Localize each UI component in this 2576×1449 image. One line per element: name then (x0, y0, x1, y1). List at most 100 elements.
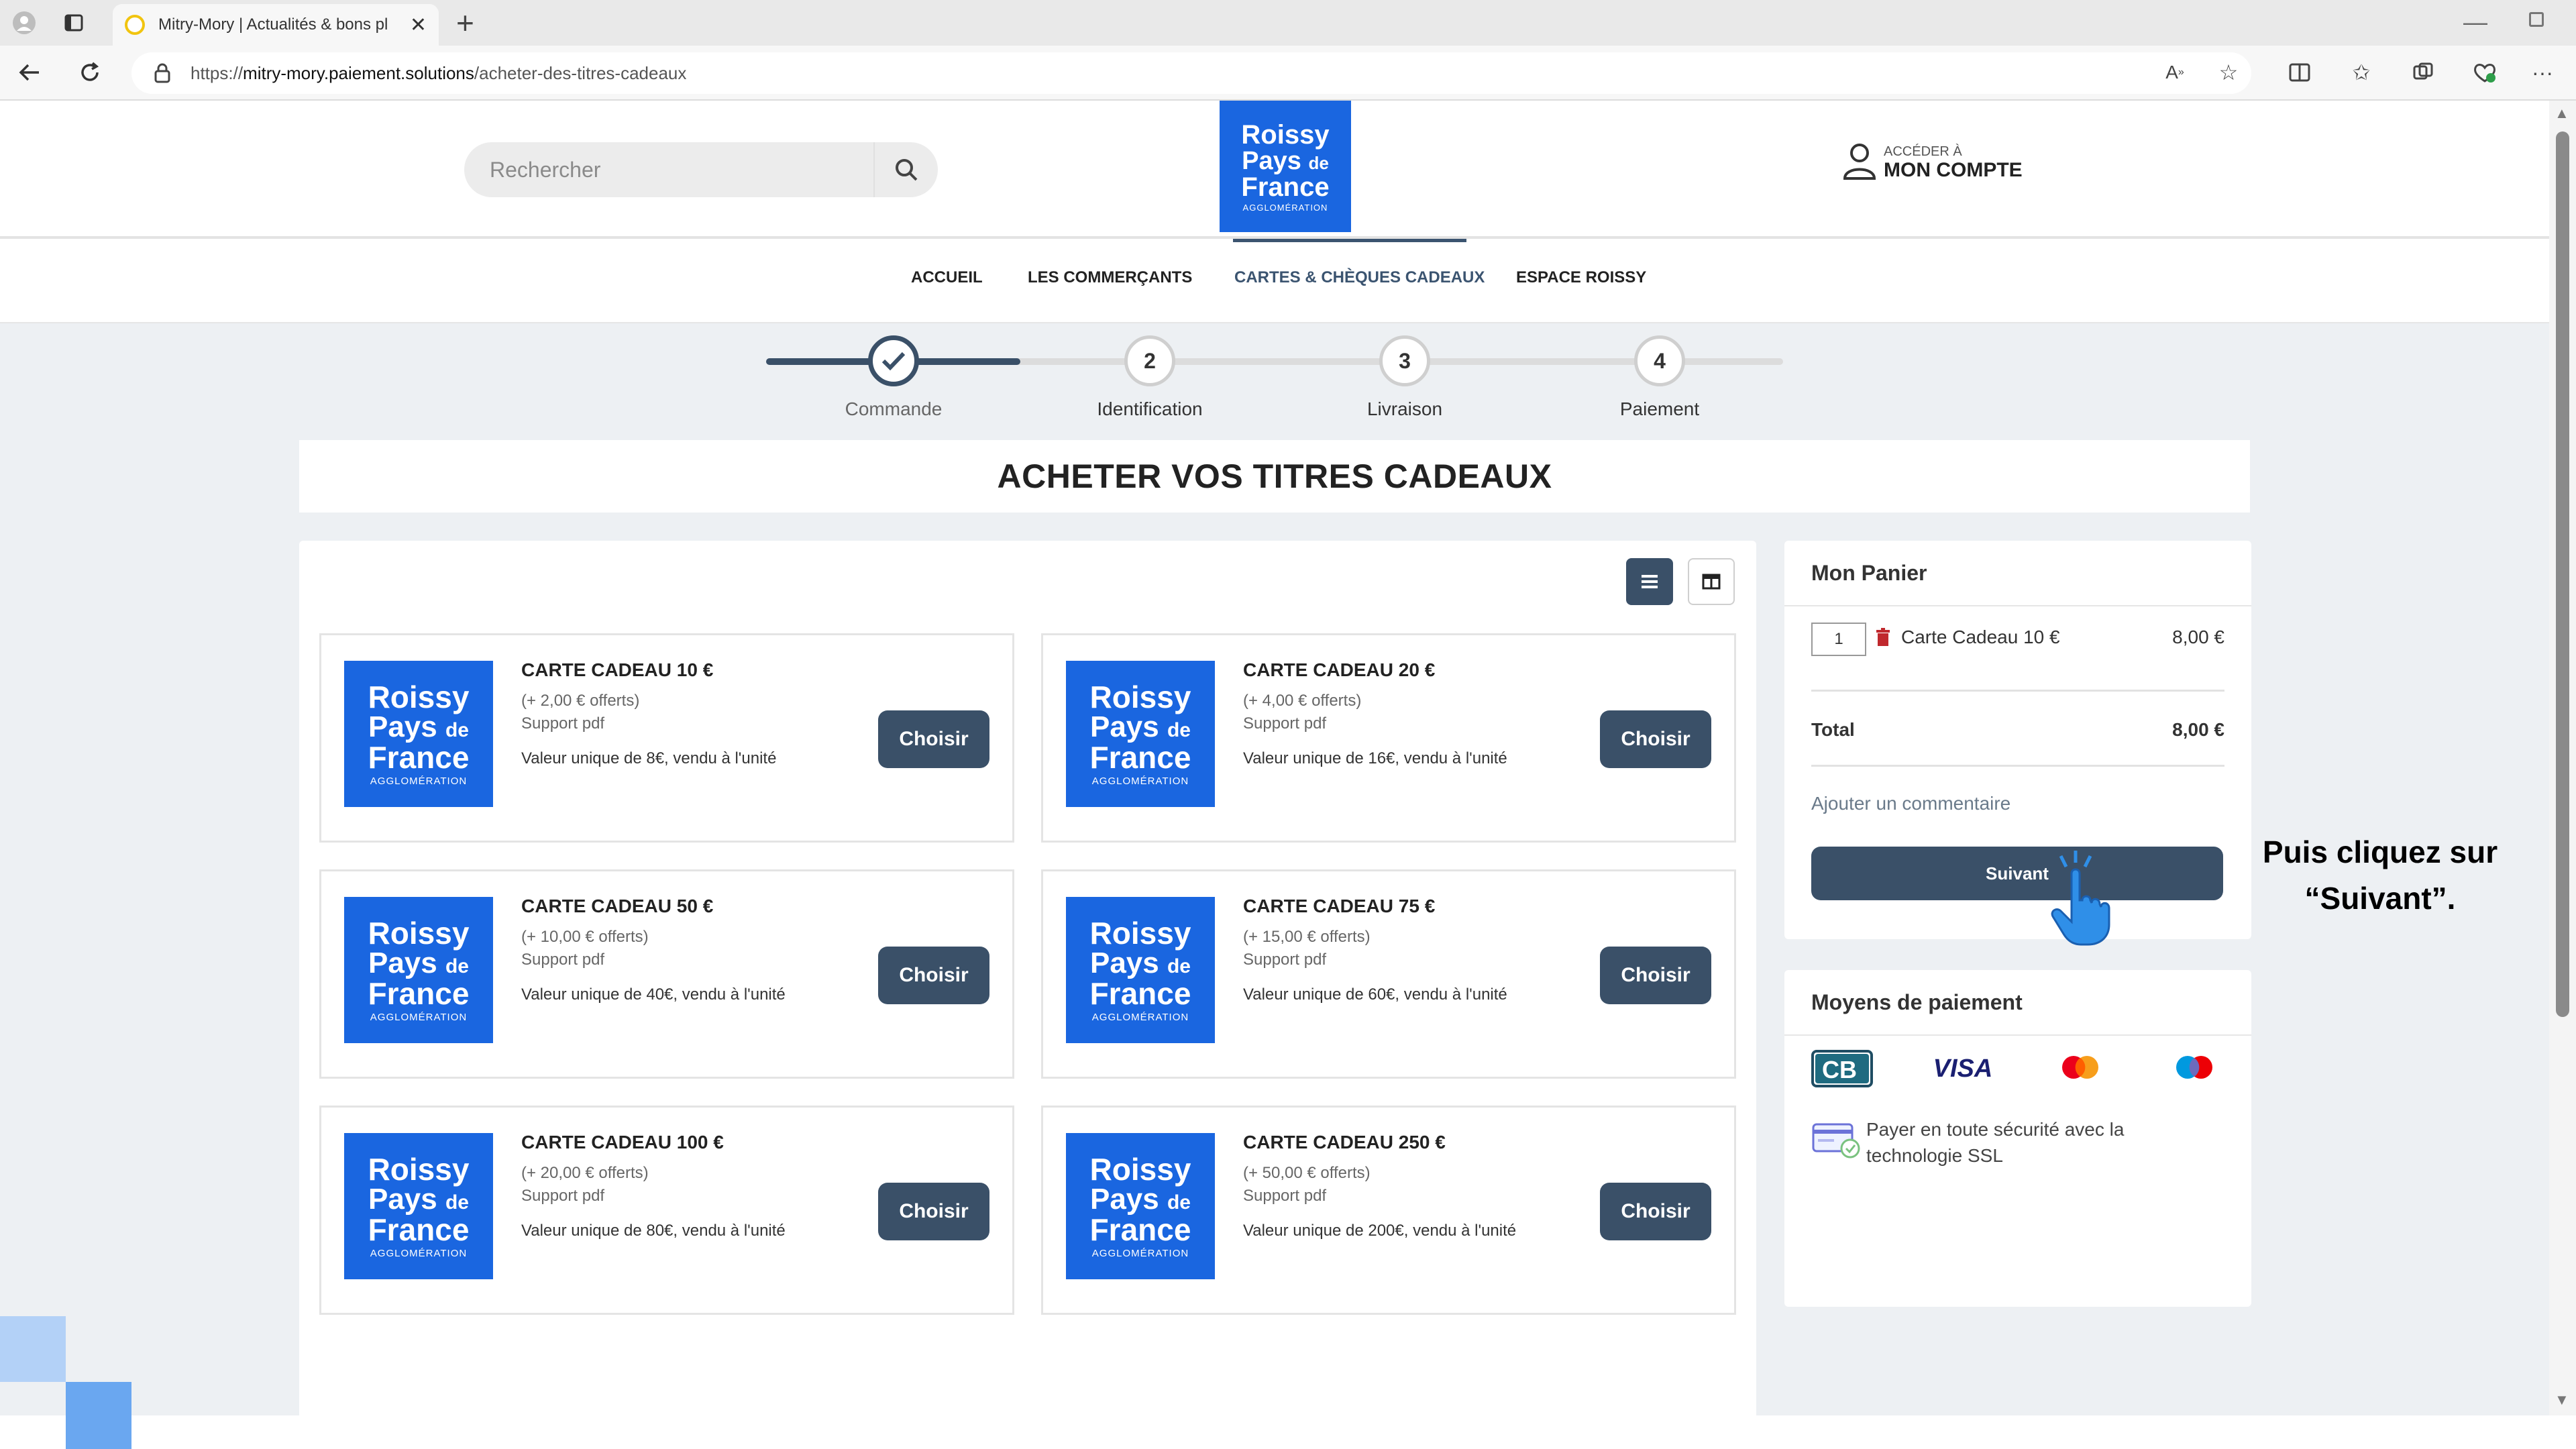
logo-line3: France (368, 976, 470, 1011)
logo-line4: AGGLOMÉRATION (1091, 1248, 1189, 1259)
read-aloud-icon[interactable]: A» (2159, 56, 2191, 89)
more-menu-icon[interactable]: ··· (2526, 56, 2559, 89)
svg-text:CB: CB (1822, 1056, 1857, 1083)
list-view-toggle[interactable] (1626, 558, 1673, 605)
choose-button[interactable]: Choisir (1600, 710, 1711, 768)
logo-line3: France (368, 1212, 470, 1247)
account-link[interactable]: ACCÉDER À MON COMPTE (1842, 142, 2023, 183)
logo-line2: Pays (368, 710, 437, 743)
page-bottom-strip (0, 1415, 2576, 1449)
window-minimize-icon[interactable]: — (2463, 8, 2487, 36)
logo-line1: Roissy (1089, 916, 1191, 951)
browser-tab-bar: Mitry-Mory | Actualités & bons pl ✕ + — (0, 0, 2576, 46)
choose-button[interactable]: Choisir (1600, 947, 1711, 1004)
step-1-label: Commande (845, 398, 943, 419)
product-name: CARTE CADEAU 20 € (1243, 659, 1436, 680)
split-screen-icon[interactable] (2284, 56, 2316, 89)
url-path: /acheter-des-titres-cadeaux (474, 62, 687, 83)
collections-icon[interactable] (2407, 56, 2439, 89)
logo-line4: AGGLOMÉRATION (370, 1012, 468, 1023)
mastercard-logo-icon (2050, 1045, 2110, 1092)
choose-button[interactable]: Choisir (878, 710, 989, 768)
product-bonus: (+ 2,00 € offerts) (521, 692, 640, 710)
page-title-box: ACHETER VOS TITRES CADEAUX (299, 440, 2250, 513)
logo-line1: Roissy (1089, 1152, 1191, 1187)
logo-line4: AGGLOMÉRATION (370, 1248, 468, 1259)
product-value: Valeur unique de 60€, vendu à l'unité (1243, 985, 1507, 1004)
logo-line4: AGGLOMÉRATION (1091, 1012, 1189, 1023)
logo-line2: Pays (1242, 146, 1301, 175)
product-value: Valeur unique de 80€, vendu à l'unité (521, 1222, 786, 1240)
next-button[interactable]: Suivant (1811, 847, 2223, 900)
page-scrollbar[interactable]: ▲ ▼ (2549, 101, 2576, 1415)
nav-item-accueil[interactable]: ACCUEIL (911, 268, 983, 287)
product-bonus: (+ 20,00 € offerts) (521, 1164, 649, 1182)
product-bonus: (+ 4,00 € offerts) (1243, 692, 1362, 710)
grid-view-toggle[interactable] (1688, 558, 1735, 605)
user-icon (1842, 142, 1877, 183)
search-bar (464, 142, 938, 197)
decorative-square (66, 1382, 131, 1449)
cart-quantity-input[interactable]: 1 (1811, 623, 1866, 656)
main-navigation: ACCUEIL LES COMMERÇANTS CARTES & CHÈQUES… (0, 239, 2549, 323)
window-restore-icon[interactable] (2529, 12, 2544, 27)
tab-close-icon[interactable]: ✕ (410, 13, 427, 37)
instruction-line2: “Suivant”. (2304, 881, 2456, 916)
nav-item-commercants[interactable]: LES COMMERÇANTS (1028, 268, 1192, 287)
choose-button[interactable]: Choisir (878, 947, 989, 1004)
checkout-stepper: 2 3 4 Commande Identification Livraison … (766, 335, 1786, 429)
logo-line2-small: de (445, 955, 469, 977)
logo-line4: AGGLOMÉRATION (370, 775, 468, 787)
url-host: mitry-mory.paiement.solutions (243, 62, 474, 83)
search-input[interactable] (464, 142, 873, 197)
nav-item-cartes-cheques[interactable]: CARTES & CHÈQUES CADEAUX (1234, 268, 1485, 287)
product-support: Support pdf (521, 714, 605, 733)
favorites-list-icon[interactable]: ✩ (2345, 56, 2377, 89)
logo-line2-small: de (1308, 152, 1329, 173)
add-comment-link[interactable]: Ajouter un commentaire (1811, 793, 2010, 814)
product-card: Roissy Pays de France AGGLOMÉRATION CART… (1041, 869, 1736, 1079)
step-4-label: Paiement (1619, 398, 1700, 419)
product-logo: Roissy Pays de France AGGLOMÉRATION (344, 1133, 493, 1279)
product-support: Support pdf (1243, 1187, 1327, 1205)
logo-line2: Pays (1089, 1183, 1159, 1216)
trash-icon[interactable] (1876, 628, 1890, 650)
product-name: CARTE CADEAU 75 € (1243, 896, 1436, 916)
search-icon[interactable] (873, 142, 938, 197)
scrollbar-thumb[interactable] (2556, 131, 2569, 1017)
product-name: CARTE CADEAU 250 € (1243, 1132, 1446, 1152)
step-3-circle: 3 (1379, 335, 1430, 386)
logo-line1: Roissy (368, 680, 470, 714)
step-4-circle: 4 (1634, 335, 1685, 386)
browser-essentials-icon[interactable] (2469, 56, 2501, 89)
visa-logo-icon: VISA (1933, 1054, 1993, 1083)
back-arrow-icon[interactable] (12, 55, 47, 90)
lock-icon[interactable] (154, 63, 170, 83)
favorite-star-icon[interactable]: ☆ (2212, 56, 2245, 89)
logo-line1: Roissy (368, 916, 470, 951)
profile-icon[interactable] (9, 8, 39, 38)
payment-divider (1784, 1034, 2251, 1036)
tab-actions-icon[interactable] (59, 8, 89, 38)
list-view-icon (1642, 575, 1658, 588)
url-field[interactable]: https://mitry-mory.paiement.solutions/ac… (131, 52, 2251, 94)
scroll-down-icon[interactable]: ▼ (2555, 1391, 2569, 1409)
payment-title: Moyens de paiement (1811, 990, 2023, 1014)
product-value: Valeur unique de 40€, vendu à l'unité (521, 985, 786, 1004)
new-tab-icon[interactable]: + (456, 7, 474, 39)
nav-item-espace-roissy[interactable]: ESPACE ROISSY (1516, 268, 1646, 287)
logo-line3: France (1089, 976, 1191, 1011)
product-value: Valeur unique de 200€, vendu à l'unité (1243, 1222, 1517, 1240)
browser-tab-active[interactable]: Mitry-Mory | Actualités & bons pl ✕ (113, 4, 439, 46)
page-title: ACHETER VOS TITRES CADEAUX (997, 458, 1552, 495)
cart-title: Mon Panier (1811, 561, 1927, 585)
scroll-up-icon[interactable]: ▲ (2555, 105, 2569, 122)
reload-icon[interactable] (72, 55, 107, 90)
logo-line2: Pays (1089, 710, 1159, 743)
step-2-label: Identification (1097, 398, 1203, 419)
choose-button[interactable]: Choisir (878, 1183, 989, 1240)
site-logo[interactable]: Roissy Pays de France AGGLOMÉRATION (1220, 101, 1351, 232)
choose-button[interactable]: Choisir (1600, 1183, 1711, 1240)
product-support: Support pdf (1243, 714, 1327, 733)
product-logo: Roissy Pays de France AGGLOMÉRATION (344, 661, 493, 807)
